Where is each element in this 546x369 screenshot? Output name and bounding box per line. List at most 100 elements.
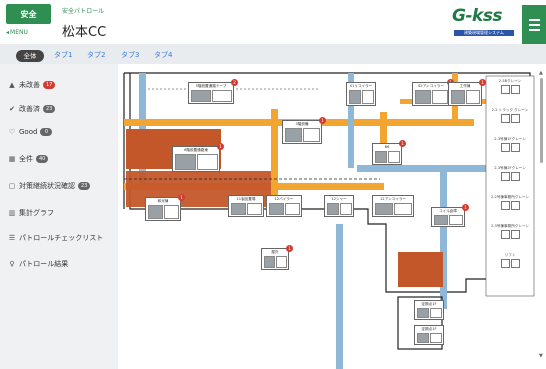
photo-thumbnail[interactable] [284,203,300,215]
photo-thumbnail[interactable] [211,90,232,102]
map-location-card[interactable]: 屋外 [261,248,289,270]
photo-thumbnail[interactable] [387,151,400,163]
photo-thumbnail[interactable] [348,90,361,104]
map-location-card[interactable]: S1リコイラー [346,82,376,106]
photo-thumbnail[interactable] [147,205,163,219]
photo-thumbnail[interactable] [374,151,387,163]
photo-thumbnail[interactable] [510,85,520,94]
photo-thumbnail[interactable] [190,90,211,102]
map-location-card[interactable]: 工作棟 [448,82,482,106]
photo-thumbnail[interactable] [393,203,412,215]
photo-thumbnail[interactable] [500,85,510,94]
photo-thumbnail[interactable] [374,203,393,215]
map-location-card[interactable]: 和光棟 [145,197,181,221]
map-location-card[interactable]: S2アンコイラー [412,82,450,106]
photo-thumbnail[interactable] [433,215,448,225]
photo-thumbnail[interactable] [275,256,287,268]
sidebar-item-unimproved[interactable]: ▲ 未改善 17 [8,80,56,90]
photo-thumbnail[interactable] [246,203,262,215]
bar-chart-icon: ▥ [8,209,16,217]
tab-bar: 全体 タブ1 タブ2 タブ3 タブ4 [0,44,546,64]
scrollbar-thumb[interactable] [540,78,543,163]
map-location-card[interactable]: 定期点1F [414,325,444,345]
alert-count-badge: 1 [217,143,224,150]
menu-button[interactable]: ◂ MENU [6,29,28,36]
photo-thumbnail[interactable] [465,90,480,104]
photo-thumbnail[interactable] [268,203,284,215]
map-card-photos [173,154,219,170]
map-location-card[interactable]: 3階設備 [282,120,322,144]
crane-item[interactable]: 2-2 トラック クレーン [489,106,531,133]
brand-logo: G-kss 建築現場管理システム [452,6,517,40]
count-badge: 23 [43,105,56,113]
photo-thumbnail[interactable] [500,230,510,239]
photo-thumbnail[interactable] [500,114,510,123]
photo-thumbnail[interactable] [339,203,352,215]
scroll-up-icon[interactable]: ▲ [539,70,543,76]
crane-item[interactable]: 2-2号棟事務所クレーン [489,193,531,220]
check-circle-icon: ✔ [9,105,15,113]
photo-thumbnail[interactable] [414,90,431,104]
map-location-card[interactable]: 5階設置通路テーブ [188,82,234,104]
sidebar-item-results[interactable]: ♀ パトロール結果 [8,259,68,269]
sidebar-item-checklist[interactable]: ☰ パトロールチェックリスト [8,233,103,243]
photo-thumbnail[interactable] [326,203,339,215]
photo-thumbnail[interactable] [263,256,275,268]
photo-thumbnail[interactable] [500,259,510,268]
photo-thumbnail[interactable] [510,230,520,239]
tab-2[interactable]: タブ2 [87,50,105,60]
photo-thumbnail[interactable] [500,143,510,152]
photo-thumbnail[interactable] [302,128,320,142]
tab-1[interactable]: タブ1 [54,50,72,60]
photo-thumbnail[interactable] [510,172,520,181]
crane-item[interactable]: 2-3号棟2Fクレーン [489,164,531,191]
map-location-card[interactable]: 12シャー [324,195,354,217]
map-location-card[interactable]: コイル倉庫 [431,207,465,227]
photo-thumbnail[interactable] [500,201,510,210]
map-location-card[interactable]: 12アンコイラー [372,195,414,217]
photo-thumbnail[interactable] [431,90,448,104]
sidebar-item-graph[interactable]: ▥ 集計グラフ [8,208,54,218]
grid-icon: ▦ [8,155,16,163]
photo-thumbnail[interactable] [429,308,442,318]
map-location-card[interactable]: 11製品置場 [228,195,264,217]
photo-thumbnail[interactable] [416,308,429,318]
app-logo[interactable]: 安全 [6,4,51,24]
photo-thumbnail[interactable] [448,215,463,225]
crane-item[interactable]: 2-3号棟1Fクレーン [489,135,531,162]
photo-thumbnail[interactable] [510,201,520,210]
photo-thumbnail[interactable] [510,143,520,152]
tab-4[interactable]: タブ4 [154,50,172,60]
tab-all[interactable]: 全体 [16,50,44,62]
scroll-down-icon[interactable]: ▼ [539,353,543,359]
map-location-card[interactable]: 6階設置通路東 [172,146,220,172]
photo-thumbnail[interactable] [416,333,429,343]
tab-3[interactable]: タブ3 [121,50,139,60]
photo-thumbnail[interactable] [196,154,218,170]
map-location-card[interactable]: 定期点1F [414,300,444,320]
photo-thumbnail[interactable] [230,203,246,215]
crane-item[interactable]: 2-3号棟事務所クレーン [489,222,531,249]
photo-thumbnail[interactable] [429,333,442,343]
photo-thumbnail[interactable] [284,128,302,142]
map-location-card[interactable]: 12バイラー [266,195,302,217]
photo-thumbnail[interactable] [510,114,520,123]
menu-label: MENU [10,29,28,36]
photo-thumbnail[interactable] [510,259,520,268]
photo-thumbnail[interactable] [174,154,196,170]
sidebar-item-followup[interactable]: ▢ 対策継続状況確認 23 [8,181,91,191]
sidebar-item-good[interactable]: ♡ Good 0 [8,128,53,136]
sidebar-item-improved[interactable]: ✔ 改善済 23 [8,104,56,114]
sidebar-item-all[interactable]: ▦ 全件 40 [8,154,49,164]
map-location-card[interactable]: B6 [372,143,402,165]
crane-item[interactable]: リフト [489,251,531,278]
photo-thumbnail[interactable] [163,205,179,219]
map-card-photos [347,90,375,104]
map-card-label: 屋外 [271,250,279,254]
photo-thumbnail[interactable] [450,90,465,104]
photo-thumbnail[interactable] [500,172,510,181]
hamburger-menu-icon[interactable] [522,5,546,45]
alert-count-badge: 1 [479,79,486,86]
crane-item[interactable]: 2-5Bクレーン [489,77,531,104]
photo-thumbnail[interactable] [361,90,374,104]
